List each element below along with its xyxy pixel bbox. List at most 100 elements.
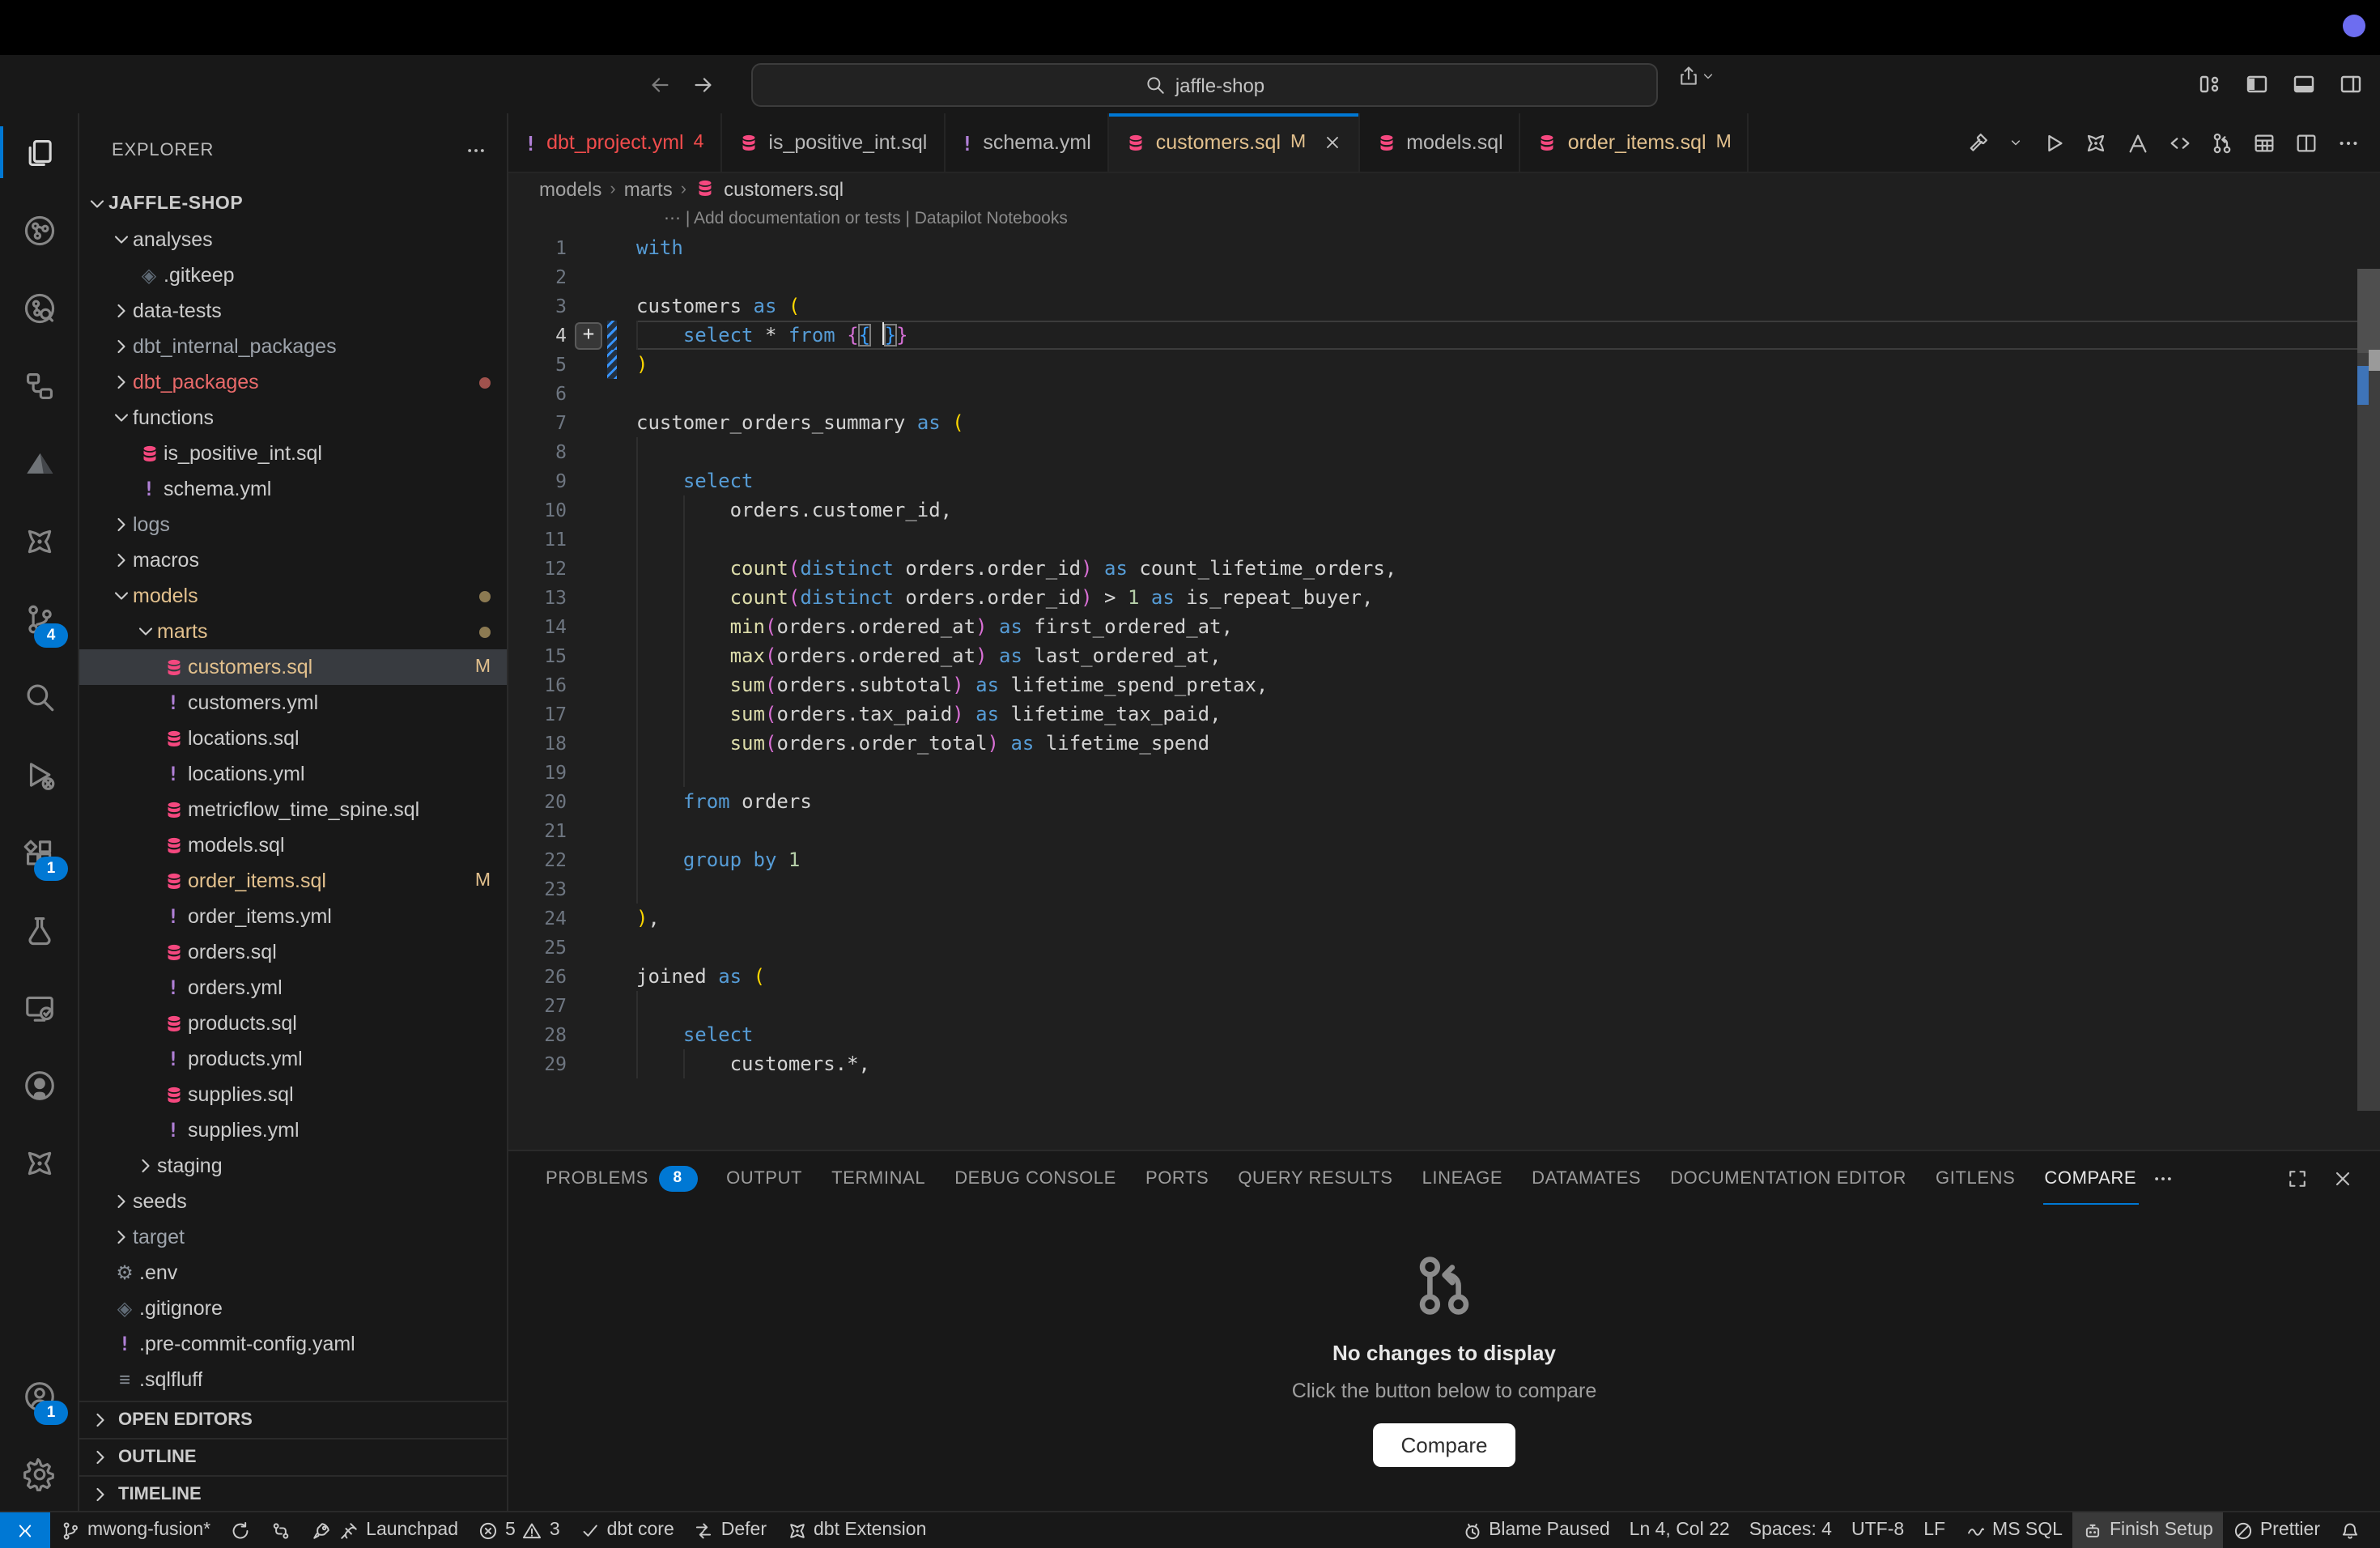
tab-schema.yml[interactable]: !schema.yml bbox=[945, 113, 1108, 172]
tree-item-schema.yml[interactable]: !schema.yml bbox=[79, 471, 507, 507]
editor-action-sqlfluff-icon[interactable] bbox=[2126, 130, 2150, 155]
toggle-primary-sidebar-icon[interactable] bbox=[2244, 71, 2270, 97]
back-arrow-icon[interactable] bbox=[648, 72, 672, 96]
breadcrumb-folder[interactable]: models bbox=[539, 177, 601, 200]
code-line-5[interactable]: 5) bbox=[508, 350, 2380, 379]
tree-item-marts[interactable]: marts bbox=[79, 614, 507, 649]
tree-item-supplies.sql[interactable]: supplies.sql bbox=[79, 1077, 507, 1112]
code-line-9[interactable]: 9 select bbox=[508, 466, 2380, 495]
sidebar-section-outline[interactable]: OUTLINE bbox=[79, 1438, 507, 1475]
editor-action-split-icon[interactable] bbox=[2294, 130, 2318, 155]
activity-source-control-icon[interactable]: 4 bbox=[0, 580, 78, 657]
sidebar-section-open-editors[interactable]: OPEN EDITORS bbox=[79, 1402, 507, 1438]
editor-action-play-icon[interactable] bbox=[2042, 130, 2066, 155]
code-line-10[interactable]: 10 orders.customer_id, bbox=[508, 495, 2380, 525]
code-line-28[interactable]: 28 select bbox=[508, 1020, 2380, 1049]
code-line-19[interactable]: 19 bbox=[508, 758, 2380, 787]
code-line-17[interactable]: 17 sum(orders.tax_paid) as lifetime_tax_… bbox=[508, 700, 2380, 729]
activity-run-debug-icon[interactable] bbox=[0, 735, 78, 813]
code-line-6[interactable]: 6 bbox=[508, 379, 2380, 408]
tree-item-is_positive_int.sql[interactable]: is_positive_int.sql bbox=[79, 436, 507, 471]
status-notifications[interactable] bbox=[2330, 1512, 2370, 1548]
tree-item-seeds[interactable]: seeds bbox=[79, 1184, 507, 1219]
status-sync[interactable] bbox=[220, 1512, 261, 1548]
breadcrumb-file[interactable]: customers.sql bbox=[724, 177, 844, 200]
tree-item-target[interactable]: target bbox=[79, 1219, 507, 1255]
activity-dbt-lineage-search-icon[interactable] bbox=[0, 269, 78, 347]
activity-remote-explorer-icon[interactable] bbox=[0, 968, 78, 1046]
maximize-panel-icon[interactable] bbox=[2286, 1167, 2309, 1189]
status-indentation[interactable]: Spaces: 4 bbox=[1740, 1512, 1842, 1548]
status-encoding[interactable]: UTF-8 bbox=[1842, 1512, 1914, 1548]
activity-schema-viewer-icon[interactable] bbox=[0, 347, 78, 424]
tree-item-functions[interactable]: functions bbox=[79, 400, 507, 436]
tab-customers.sql[interactable]: customers.sqlM bbox=[1109, 113, 1359, 172]
status-dbt-extension[interactable]: dbt Extension bbox=[776, 1512, 936, 1548]
tree-item-dbt_packages[interactable]: dbt_packages bbox=[79, 364, 507, 400]
code-line-24[interactable]: 24), bbox=[508, 904, 2380, 933]
status-finish-setup[interactable]: Finish Setup bbox=[2072, 1512, 2223, 1548]
code-line-27[interactable]: 27 bbox=[508, 991, 2380, 1020]
toggle-panel-icon[interactable] bbox=[2291, 71, 2317, 97]
code-line-7[interactable]: 7customer_orders_summary as ( bbox=[508, 408, 2380, 437]
activity-explorer-icon[interactable] bbox=[0, 113, 78, 191]
code-line-29[interactable]: 29 customers.*, bbox=[508, 1049, 2380, 1078]
tree-item-products.sql[interactable]: products.sql bbox=[79, 1006, 507, 1041]
tree-item-locations.yml[interactable]: !locations.yml bbox=[79, 756, 507, 792]
tree-item-jaffle-shop[interactable]: JAFFLE-SHOP bbox=[79, 186, 507, 222]
tree-item-orders.yml[interactable]: !orders.yml bbox=[79, 970, 507, 1006]
status-dbt-core[interactable]: dbt core bbox=[570, 1512, 684, 1548]
tree-item-.gitkeep[interactable]: ◈.gitkeep bbox=[79, 257, 507, 293]
status-eol[interactable]: LF bbox=[1914, 1512, 1955, 1548]
close-panel-icon[interactable] bbox=[2331, 1167, 2354, 1189]
activity-testing-icon[interactable] bbox=[0, 891, 78, 968]
status-language-mode[interactable]: MS SQL bbox=[1955, 1512, 2072, 1548]
tree-item-analyses[interactable]: analyses bbox=[79, 222, 507, 257]
panel-tab-terminal[interactable]: TERMINAL bbox=[817, 1151, 940, 1205]
panel-tab-output[interactable]: OUTPUT bbox=[712, 1151, 817, 1205]
panel-tab-ports[interactable]: PORTS bbox=[1131, 1151, 1223, 1205]
breadcrumb-folder[interactable]: marts bbox=[624, 177, 673, 200]
code-line-23[interactable]: 23 bbox=[508, 874, 2380, 904]
code-line-20[interactable]: 20 from orders bbox=[508, 787, 2380, 816]
code-line-15[interactable]: 15 max(orders.ordered_at) as last_ordere… bbox=[508, 641, 2380, 670]
code-line-11[interactable]: 11 bbox=[508, 525, 2380, 554]
status-remote-indicator[interactable] bbox=[0, 1512, 50, 1548]
activity-dbt-power-user-icon[interactable] bbox=[0, 1124, 78, 1201]
sidebar-section-timeline[interactable]: TIMELINE bbox=[79, 1475, 507, 1512]
more-actions-icon[interactable] bbox=[465, 138, 487, 161]
code-line-14[interactable]: 14 min(orders.ordered_at) as first_order… bbox=[508, 612, 2380, 641]
code-line-22[interactable]: 22 group by 1 bbox=[508, 845, 2380, 874]
tree-item-.sqlfluff[interactable]: ≡.sqlfluff bbox=[79, 1362, 507, 1397]
tree-item-logs[interactable]: logs bbox=[79, 507, 507, 542]
code-line-18[interactable]: 18 sum(orders.order_total) as lifetime_s… bbox=[508, 729, 2380, 758]
editor-scrollbar[interactable] bbox=[2357, 269, 2380, 1111]
code-line-1[interactable]: 1with bbox=[508, 233, 2380, 262]
tree-item-customers.sql[interactable]: customers.sqlM bbox=[79, 649, 507, 685]
tree-item-orders.sql[interactable]: orders.sql bbox=[79, 934, 507, 970]
editor-action-code-icon[interactable] bbox=[2168, 130, 2192, 155]
code-line-8[interactable]: 8 bbox=[508, 437, 2380, 466]
editor-action-hammer-icon[interactable] bbox=[1966, 130, 1990, 155]
code-line-2[interactable]: 2 bbox=[508, 262, 2380, 291]
customize-layout-icon[interactable] bbox=[2197, 71, 2223, 97]
scrollbar-thumb[interactable] bbox=[2357, 269, 2380, 353]
status-defer[interactable]: Defer bbox=[684, 1512, 776, 1548]
tab-models.sql[interactable]: models.sql bbox=[1359, 113, 1521, 172]
tree-item-data-tests[interactable]: data-tests bbox=[79, 293, 507, 329]
activity-settings-icon[interactable] bbox=[0, 1435, 78, 1512]
editor-action-table-icon[interactable] bbox=[2252, 130, 2276, 155]
code-line-16[interactable]: 16 sum(orders.subtotal) as lifetime_spen… bbox=[508, 670, 2380, 700]
panel-tab-problems[interactable]: PROBLEMS8 bbox=[531, 1151, 712, 1205]
tree-item-.pre-commit-config.yaml[interactable]: !.pre-commit-config.yaml bbox=[79, 1326, 507, 1362]
panel-tab-gitlens[interactable]: GITLENS bbox=[1921, 1151, 2029, 1205]
activity-dbt-icon[interactable] bbox=[0, 502, 78, 580]
editor-action-chev-sm-icon[interactable] bbox=[2008, 134, 2024, 151]
add-line-action-button[interactable]: + bbox=[575, 322, 602, 350]
tree-item-order_items.sql[interactable]: order_items.sqlM bbox=[79, 863, 507, 899]
tree-item-staging[interactable]: staging bbox=[79, 1148, 507, 1184]
activity-extensions-icon[interactable]: 1 bbox=[0, 813, 78, 891]
status-prettier[interactable]: Prettier bbox=[2223, 1512, 2330, 1548]
panel-tab-documentation-editor[interactable]: DOCUMENTATION EDITOR bbox=[1655, 1151, 1921, 1205]
tree-item-products.yml[interactable]: !products.yml bbox=[79, 1041, 507, 1077]
